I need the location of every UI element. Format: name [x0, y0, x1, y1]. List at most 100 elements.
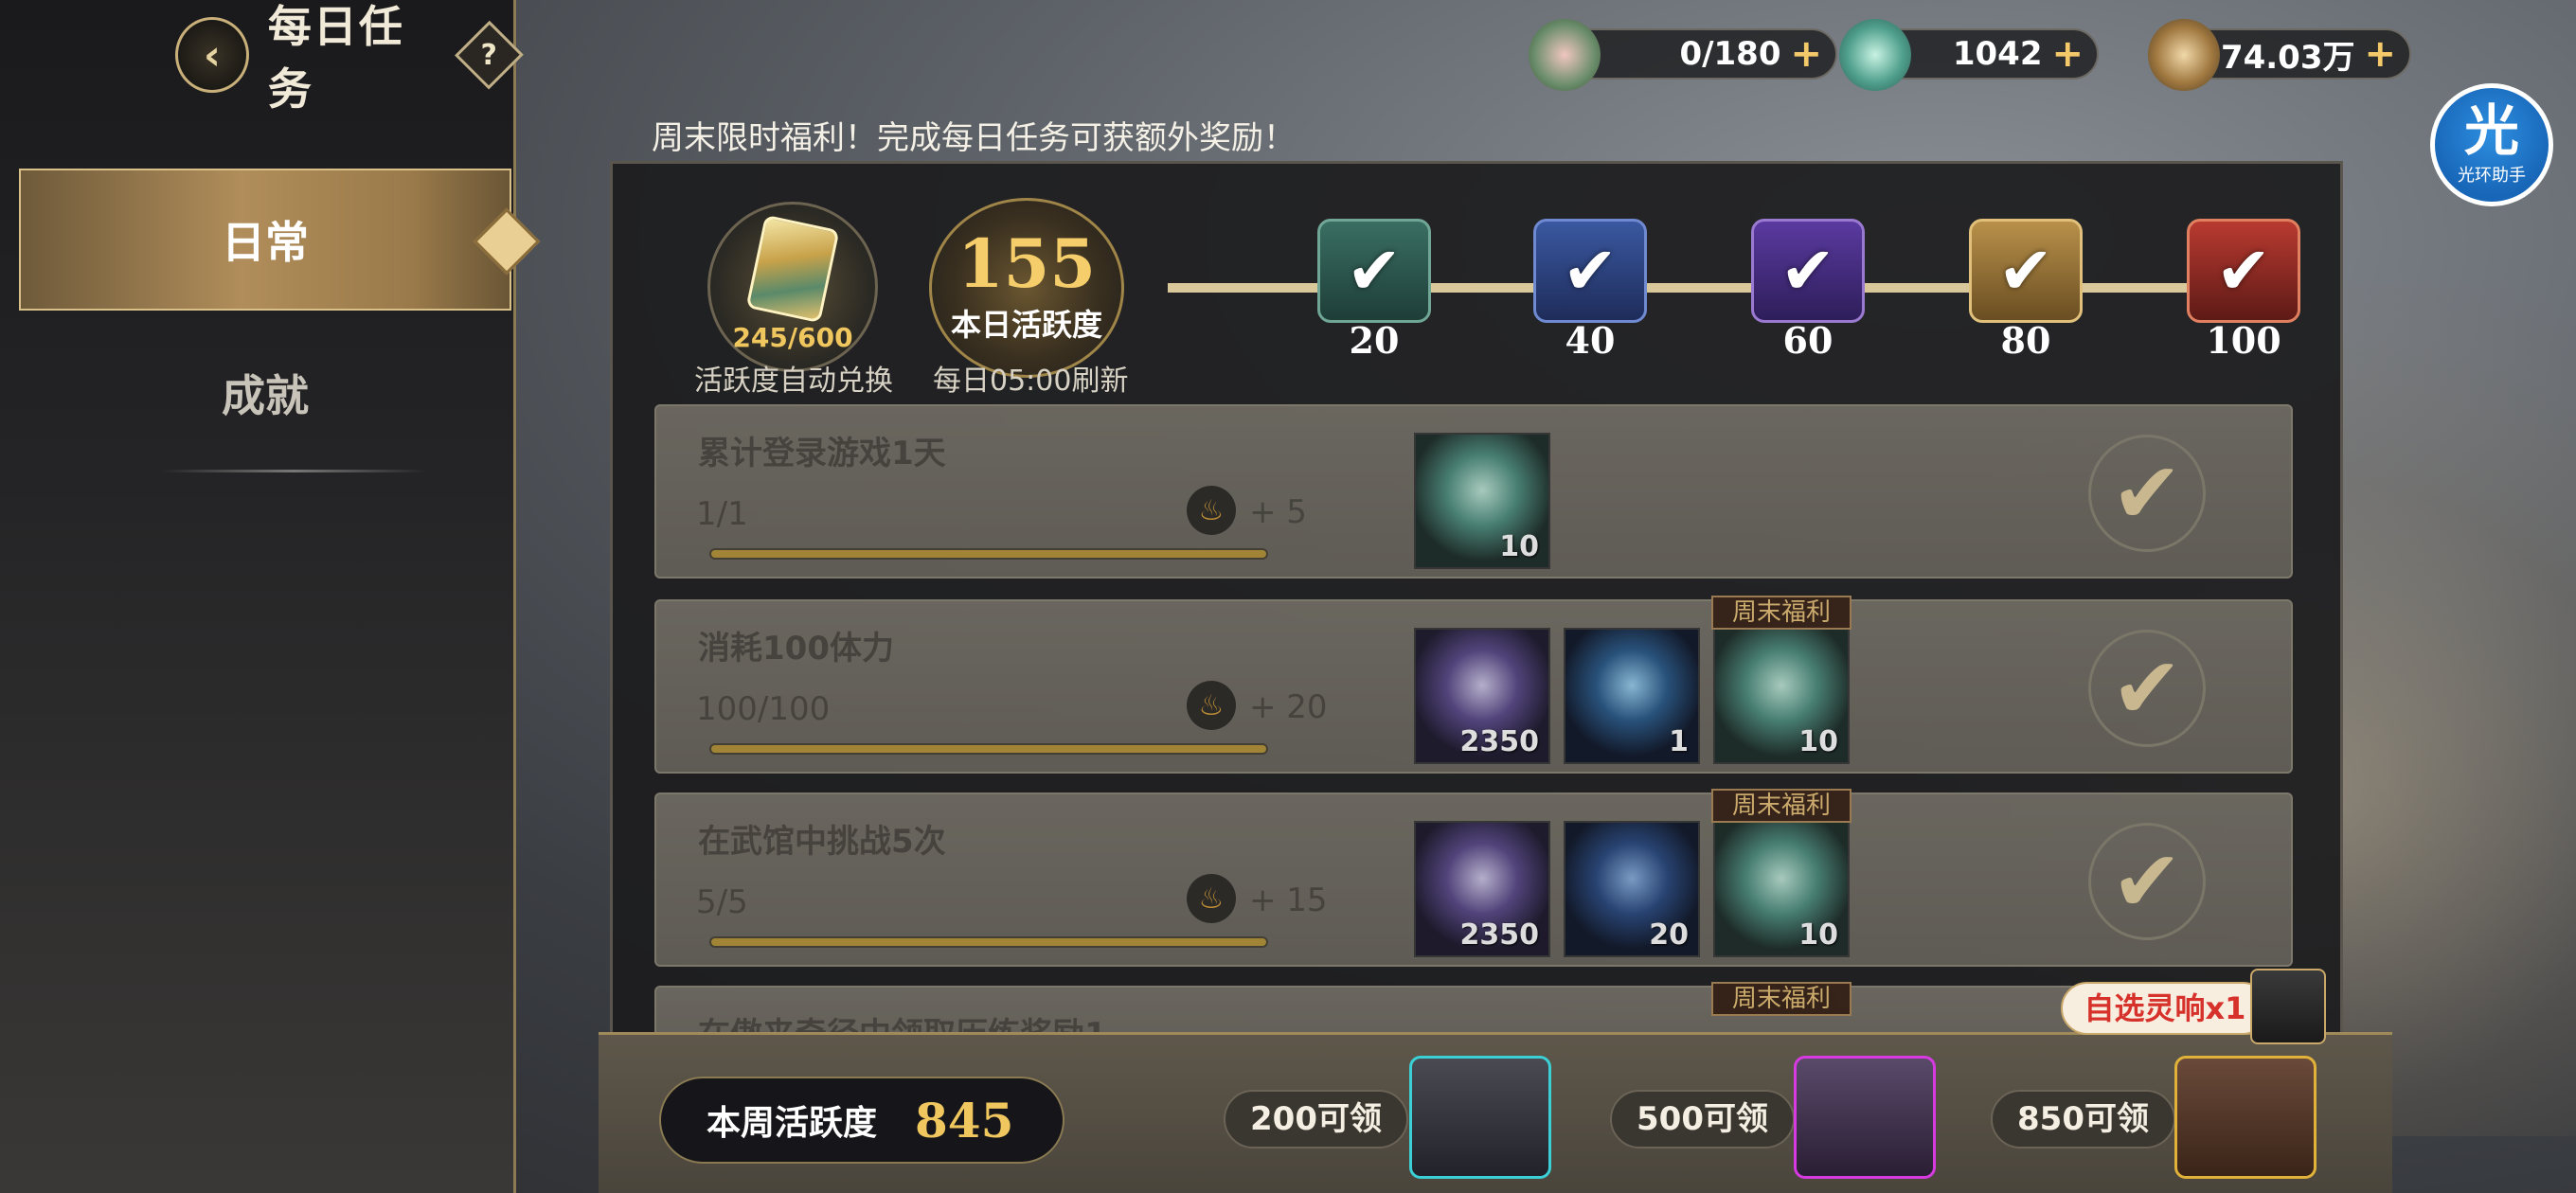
task-progress-bar: [709, 743, 1268, 755]
task-progress: 5/5: [696, 883, 748, 921]
task-progress-bar: [709, 548, 1268, 560]
milestone-chest-60[interactable]: ✔: [1751, 219, 1865, 323]
flame-icon: ♨: [1187, 874, 1236, 923]
sidebar-divider: [161, 470, 426, 472]
reward-qty: 10: [1798, 725, 1838, 758]
activity-progress: 245/600 活跃度自动兑换 155 本日活跃度 每日05:00刷新 ✔ ✔ …: [613, 164, 2340, 401]
milestone-chest-20[interactable]: ✔: [1317, 219, 1431, 323]
claim-200-label: 200可领: [1224, 1090, 1408, 1148]
reward-jade-lotus[interactable]: 10: [1414, 433, 1550, 569]
reward-qty: 10: [1798, 918, 1838, 952]
exchange-count: 245/600: [732, 321, 853, 353]
flame-icon: ♨: [1187, 681, 1236, 730]
completed-check-icon: ✔: [2088, 630, 2206, 747]
milestone-label: 60: [1782, 319, 1834, 362]
select-reward-tag: 自选灵响x1: [2061, 982, 2269, 1035]
tab-achievement-label: 成就: [222, 370, 309, 421]
weekend-bonus-tag: 周末福利: [1711, 982, 1852, 1016]
reward-qty: 2350: [1459, 725, 1540, 758]
check-icon: ✔: [1780, 232, 1836, 310]
task-progress: 1/1: [696, 495, 748, 533]
reward-silver-coin[interactable]: 2350: [1414, 821, 1550, 957]
currency-stamina-value: 0/180: [1679, 35, 1781, 73]
task-row: 累计登录游戏1天 1/1 ♨ + 5 10 ✔: [654, 404, 2293, 579]
task-points: + 5: [1249, 493, 1307, 531]
help-button[interactable]: ?: [455, 20, 524, 90]
helper-badge[interactable]: 光 光环助手: [2430, 83, 2553, 206]
add-stamina-button[interactable]: +: [1790, 32, 1822, 76]
today-activity-value: 155: [957, 224, 1097, 303]
milestone-label: 20: [1349, 319, 1400, 362]
weekly-activity: 本周活跃度 845: [659, 1077, 1064, 1164]
reward-qty: 20: [1649, 918, 1689, 952]
character-avatar: [2250, 969, 2326, 1044]
check-icon: ✔: [1562, 232, 1619, 310]
flame-icon: ♨: [1187, 486, 1236, 535]
task-progress-bar: [709, 936, 1268, 948]
task-name: 累计登录游戏1天: [698, 435, 946, 472]
tab-daily[interactable]: 日常: [19, 169, 511, 311]
completed-check-icon: ✔: [2088, 823, 2206, 940]
exchange-label: 活跃度自动兑换: [694, 365, 893, 398]
exchange-medal[interactable]: 245/600: [707, 202, 878, 372]
sidebar: ‹ 每日任务 ? 日常 成就: [0, 0, 524, 1193]
milestone-label: 40: [1565, 319, 1616, 362]
add-jade-button[interactable]: +: [2051, 32, 2084, 76]
weekend-bonus-tag: 周末福利: [1711, 789, 1852, 823]
check-icon: ✔: [2215, 232, 2272, 310]
task-points: + 20: [1249, 688, 1328, 726]
reward-silver-coin[interactable]: 2350: [1414, 628, 1550, 764]
add-gold-button[interactable]: +: [2364, 32, 2396, 76]
currency-jade-value: 1042: [1952, 35, 2043, 73]
today-activity-medal: 155 本日活跃度: [929, 198, 1124, 378]
weekly-chest-200[interactable]: [1409, 1056, 1551, 1179]
weekly-activity-label: 本周活跃度: [707, 1104, 878, 1143]
reward-crystal[interactable]: 1: [1564, 628, 1700, 764]
weekly-activity-value: 845: [915, 1092, 1014, 1148]
claim-500-label: 500可领: [1610, 1090, 1795, 1148]
milestone-label: 100: [2206, 319, 2281, 362]
weekly-chest-500[interactable]: [1794, 1056, 1936, 1179]
currency-gold-value: 74.03万: [2220, 38, 2355, 77]
helper-logo: 光: [2463, 98, 2519, 163]
milestone-label: 80: [2000, 319, 2051, 362]
back-arrow-icon[interactable]: ‹: [175, 17, 249, 93]
check-icon: ✔: [1346, 232, 1403, 310]
helper-label: 光环助手: [2458, 166, 2526, 186]
gold-coin-icon: [2148, 19, 2220, 91]
jade-lotus-icon: [1839, 19, 1911, 91]
check-icon: ✔: [1997, 232, 2054, 310]
reward-qty: 1: [1669, 725, 1689, 758]
task-row: 消耗100体力 100/100 ♨ + 20 2350 1 10 周末福利 ✔: [654, 596, 2293, 774]
reward-qty: 2350: [1459, 918, 1540, 952]
help-icon: ?: [480, 38, 498, 72]
reward-jade-lotus[interactable]: 10: [1713, 628, 1850, 764]
task-name: 消耗100体力: [698, 630, 894, 668]
today-activity-label: 本日活跃度: [950, 307, 1102, 343]
card-icon: [745, 214, 840, 323]
reward-qty: 10: [1499, 530, 1539, 563]
currency-stamina: 0/180 +: [1529, 19, 1837, 91]
stamina-icon: [1529, 19, 1601, 91]
milestone-chest-80[interactable]: ✔: [1969, 219, 2083, 323]
reward-feather[interactable]: 20: [1564, 821, 1700, 957]
task-points: + 15: [1249, 881, 1328, 919]
completed-check-icon: ✔: [2088, 435, 2206, 552]
milestone-chest-100[interactable]: ✔: [2187, 219, 2300, 323]
reward-jade-lotus[interactable]: 10: [1713, 821, 1850, 957]
page-title: 每日任务: [267, 1, 404, 115]
title-bar: ‹ 每日任务 ?: [175, 1, 524, 115]
currency-jade: 1042 +: [1839, 19, 2099, 91]
task-row: 在武馆中挑战5次 5/5 ♨ + 15 2350 20 10 周末福利 ✔: [654, 789, 2293, 967]
weekend-bonus-tag: 周末福利: [1711, 596, 1852, 630]
tab-achievement[interactable]: 成就: [19, 322, 511, 464]
claim-850-label: 850可领: [1991, 1090, 2175, 1148]
weekly-chest-850[interactable]: [2174, 1056, 2317, 1179]
currency-gold: 74.03万 +: [2148, 19, 2411, 91]
tab-daily-label: 日常: [222, 217, 309, 268]
weekly-activity-bar: 本周活跃度 845 200可领 500可领 850可领 自选灵响x1: [599, 969, 2392, 1193]
weekend-banner: 周末限时福利！完成每日任务可获额外奖励！: [652, 119, 1296, 157]
task-name: 在武馆中挑战5次: [698, 823, 946, 861]
milestone-chest-40[interactable]: ✔: [1533, 219, 1647, 323]
task-progress: 100/100: [696, 690, 831, 728]
